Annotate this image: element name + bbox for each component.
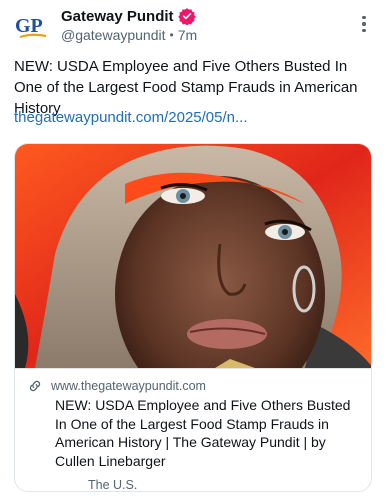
card-image[interactable]: [15, 144, 371, 368]
gateway-pundit-logo: GP: [12, 6, 52, 46]
post-header: GP Gateway Pundit @gatewaypundit • 7m: [12, 6, 376, 46]
card-title[interactable]: NEW: USDA Employee and Five Others Buste…: [55, 396, 361, 470]
handle[interactable]: @gatewaypundit: [61, 27, 166, 43]
post-link[interactable]: thegatewaypundit.com/2025/05/n...: [14, 109, 248, 126]
card-domain: www.thegatewaypundit.com: [51, 379, 206, 393]
author-block: Gateway Pundit @gatewaypundit • 7m: [61, 6, 197, 44]
avatar[interactable]: GP: [12, 6, 52, 46]
portrait-photo: [15, 144, 371, 368]
verified-badge-icon: [177, 8, 196, 25]
card-body: www.thegatewaypundit.com NEW: USDA Emplo…: [15, 368, 371, 492]
timestamp[interactable]: 7m: [178, 27, 197, 43]
more-options-icon[interactable]: [354, 12, 374, 36]
logo-text: GP: [15, 15, 43, 37]
link-preview-card[interactable]: www.thegatewaypundit.com NEW: USDA Emplo…: [14, 143, 372, 492]
link-icon: [29, 380, 41, 392]
display-name[interactable]: Gateway Pundit: [61, 8, 174, 25]
separator: •: [169, 28, 174, 42]
card-category: The U.S.: [88, 478, 138, 492]
